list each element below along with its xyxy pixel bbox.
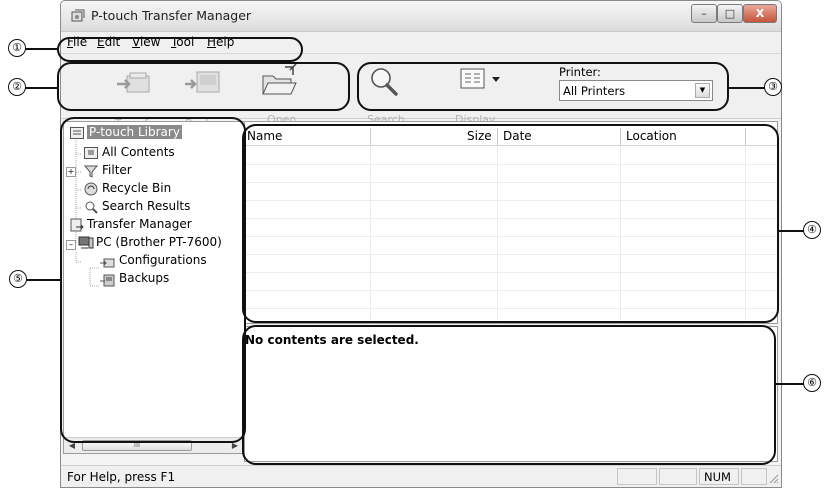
status-bar: For Help, press F1 NUM xyxy=(61,465,781,487)
status-help-text: For Help, press F1 xyxy=(67,470,176,484)
callout-list xyxy=(242,124,779,323)
callout-menu-bar xyxy=(57,37,303,62)
leader-line xyxy=(779,230,804,232)
window-title: P-touch Transfer Manager xyxy=(91,8,252,23)
callout-preview xyxy=(242,325,776,465)
callout-number-4: ④ xyxy=(803,221,821,239)
maximize-button[interactable]: □ xyxy=(717,4,743,23)
leader-line xyxy=(729,87,765,89)
leader-line xyxy=(25,87,57,89)
title-bar: P-touch Transfer Manager – □ X xyxy=(61,1,781,32)
callout-toolbar-right xyxy=(357,62,729,111)
leader-line xyxy=(776,383,804,385)
app-icon xyxy=(71,9,85,22)
status-panel xyxy=(659,468,697,485)
leader-line xyxy=(27,279,60,281)
status-panel xyxy=(741,468,767,485)
callout-toolbar-left xyxy=(57,62,350,111)
minimize-button[interactable]: – xyxy=(691,4,717,23)
callout-number-6: ⑥ xyxy=(803,374,821,392)
status-panel xyxy=(617,468,657,485)
callout-number-2: ② xyxy=(8,78,26,96)
callout-number-5: ⑤ xyxy=(9,270,27,288)
status-num: NUM xyxy=(699,468,739,485)
callout-number-1: ① xyxy=(8,39,26,57)
resize-grip-icon[interactable] xyxy=(767,472,779,484)
close-button[interactable]: X xyxy=(743,4,777,23)
callout-tree xyxy=(60,117,246,443)
callout-number-3: ③ xyxy=(764,78,782,96)
leader-line xyxy=(25,48,57,50)
